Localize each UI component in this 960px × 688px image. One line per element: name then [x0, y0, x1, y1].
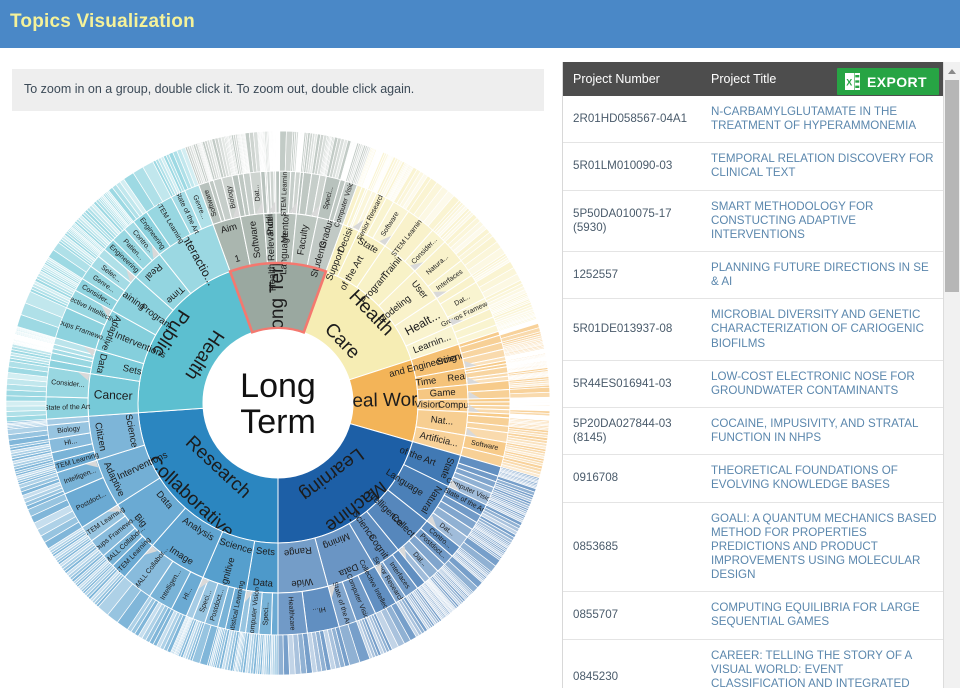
sunburst-center-label: Long	[240, 367, 316, 405]
sunburst-segment-ring4[interactable]	[277, 634, 285, 676]
cell-project-title[interactable]: TEMPORAL RELATION DISCOVERY FOR CLINICAL…	[701, 142, 945, 191]
cell-project-number: 2R01HD058567-04A1	[563, 96, 701, 144]
column-header-project-title[interactable]: Project Title X EXPORT	[701, 62, 945, 96]
page-title: Topics Visualization	[10, 11, 195, 32]
cell-project-number: 5P50DA010075-17 (5930)	[563, 190, 701, 252]
cell-project-number: 1252557	[563, 251, 701, 300]
cell-project-title[interactable]: CAREER: TELLING THE STORY OF A VISUAL WO…	[701, 639, 945, 688]
cell-project-number: 5R44ES016941-03	[563, 360, 701, 408]
projects-table-panel[interactable]: Project Number Project Title X EXPORT 2R…	[562, 62, 960, 688]
cell-project-number: 0845230	[563, 639, 701, 688]
table-header-row: Project Number Project Title X EXPORT	[563, 62, 945, 96]
cell-project-title[interactable]: GOALI: A QUANTUM MECHANICS BASED METHOD …	[701, 502, 945, 593]
excel-icon: X	[845, 73, 861, 90]
cell-project-number: 5R01LM010090-03	[563, 142, 701, 191]
hint-box: To zoom in on a group, double click it. …	[12, 69, 544, 111]
sunburst-segment-ring3[interactable]	[45, 396, 89, 420]
topics-visualization-page: Topics Visualization To zoom in on a gro…	[0, 0, 960, 688]
svg-text:X: X	[846, 78, 852, 88]
table-row[interactable]: 0853685 GOALI: A QUANTUM MECHANICS BASED …	[563, 502, 945, 593]
table-row[interactable]: 2R01HD058567-04A1 N-CARBAMYLGLUTAMATE IN …	[563, 96, 945, 144]
table-row[interactable]: 0855707 COMPUTING EQUILIBRIA FOR LARGE SE…	[563, 591, 945, 640]
table-head: Project Number Project Title X EXPORT	[563, 62, 945, 96]
cell-project-title[interactable]: THEORETICAL FOUNDATIONS OF EVOLVING KNOW…	[701, 454, 945, 503]
table-row[interactable]: 5R01DE013937-08 MICROBIAL DIVERSITY AND G…	[563, 298, 945, 361]
table-row[interactable]: 1252557 PLANNING FUTURE DIRECTIONS IN SE …	[563, 251, 945, 300]
scrollbar-thumb[interactable]	[945, 80, 959, 292]
column-header-project-number[interactable]: Project Number	[563, 62, 701, 96]
visualization-panel: To zoom in on a group, double click it. …	[0, 48, 556, 688]
cell-project-number: 0916708	[563, 454, 701, 503]
hint-text: To zoom in on a group, double click it. …	[24, 82, 415, 96]
cell-project-title[interactable]: PLANNING FUTURE DIRECTIONS IN SE & AI	[701, 251, 945, 300]
sunburst-segment-ring4[interactable]	[5, 405, 47, 412]
sunburst-segment-ring3[interactable]	[277, 590, 308, 636]
table-row[interactable]: 5R01LM010090-03 TEMPORAL RELATION DISCOVE…	[563, 142, 945, 191]
cell-project-number: 5R01DE013937-08	[563, 298, 701, 361]
cell-project-title[interactable]: COMPUTING EQUILIBRIA FOR LARGE SEQUENTIA…	[701, 591, 945, 640]
table-row[interactable]: 5R44ES016941-03 LOW-COST ELECTRONIC NOSE …	[563, 360, 945, 408]
cell-project-title[interactable]: MICROBIAL DIVERSITY AND GENETIC CHARACTE…	[701, 298, 945, 361]
table-scrollbar[interactable]	[943, 62, 960, 688]
sunburst-svg[interactable]: Long TermAim1Software BiologySoftwareDat.…	[0, 120, 556, 686]
cell-project-title[interactable]: N-CARBAMYLGLUTAMATE IN THE TREATMENT OF …	[701, 96, 945, 144]
table-body: 2R01HD058567-04A1 N-CARBAMYLGLUTAMATE IN …	[563, 96, 945, 688]
cell-project-title[interactable]: COCAINE, IMPUSIVITY, AND STRATAL FUNCTIO…	[701, 407, 945, 456]
sunburst-chart[interactable]: Long Term Aim 1 Software Biology Software Dat.…	[0, 120, 556, 686]
cell-project-title[interactable]: LOW-COST ELECTRONIC NOSE FOR GROUNDWATER…	[701, 360, 945, 408]
sunburst-center-label: Term	[240, 403, 316, 441]
export-button-label: EXPORT	[867, 73, 927, 90]
export-button[interactable]: X EXPORT	[837, 68, 939, 95]
table-row[interactable]: 0845230 CAREER: TELLING THE STORY OF A VI…	[563, 639, 945, 688]
projects-table: Project Number Project Title X EXPORT 2R…	[563, 62, 945, 688]
sunburst-segment-ring4[interactable]	[5, 400, 47, 407]
scroll-up-arrow-icon[interactable]	[944, 62, 960, 79]
table-row[interactable]: 0916708 THEORETICAL FOUNDATIONS OF EVOLVI…	[563, 454, 945, 503]
table-row[interactable]: 5P20DA027844-03 (8145) COCAINE, IMPUSIVIT…	[563, 407, 945, 456]
table-row[interactable]: 5P50DA010075-17 (5930) SMART METHODOLOGY …	[563, 190, 945, 252]
cell-project-number: 0855707	[563, 591, 701, 640]
column-header-project-title-label: Project Title	[711, 72, 777, 86]
cell-project-title[interactable]: SMART METHODOLOGY FOR CONSTUCTING ADAPTI…	[701, 190, 945, 252]
app-header-bar: Topics Visualization	[0, 0, 960, 48]
cell-project-number: 5P20DA027844-03 (8145)	[563, 407, 701, 456]
cell-project-number: 0853685	[563, 502, 701, 593]
